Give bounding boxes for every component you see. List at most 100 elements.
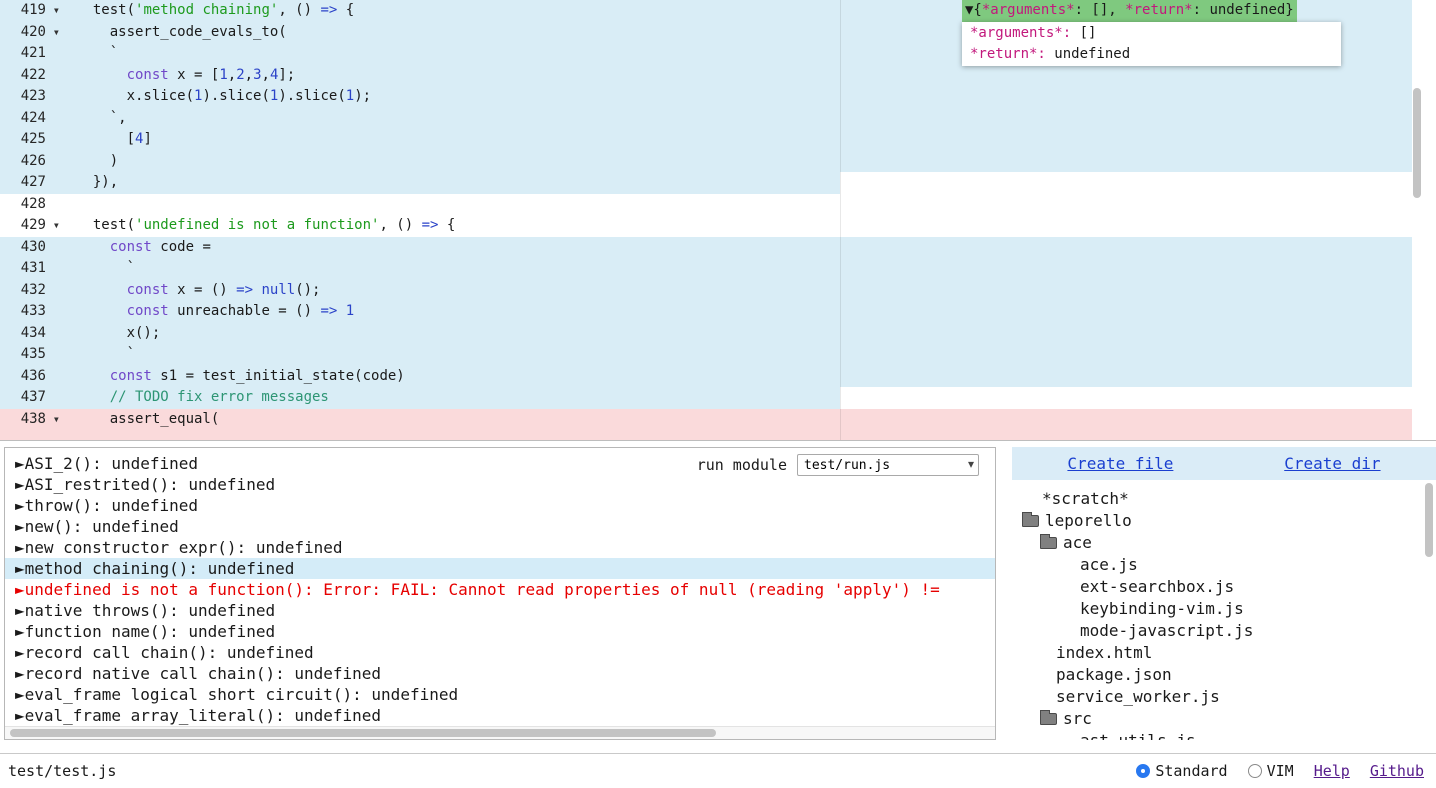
file-item[interactable]: index.html <box>1012 642 1436 664</box>
code-line[interactable]: 425 [4] <box>0 129 1436 151</box>
eval-result-badge[interactable]: ▼{*arguments*: [], *return*: undefined} <box>962 0 1297 22</box>
result-row[interactable]: ►eval_frame array_literal(): undefined <box>5 705 995 726</box>
keybinding-vim-option[interactable]: VIM <box>1248 762 1294 780</box>
code-token: test( <box>76 2 135 18</box>
code-text: test('method chaining', () => { <box>76 0 354 22</box>
line-gutter[interactable]: 425 <box>0 129 62 151</box>
files-scrollbar-thumb[interactable] <box>1425 483 1433 557</box>
fold-arrow-icon[interactable]: ▾ <box>53 22 60 44</box>
result-row[interactable]: ►new(): undefined <box>5 516 995 537</box>
code-line[interactable]: 428 <box>0 194 1436 216</box>
folder-icon <box>1040 713 1057 725</box>
code-line[interactable]: 424 `, <box>0 108 1436 130</box>
line-gutter[interactable]: 438▾ <box>0 409 62 431</box>
fold-arrow-icon[interactable]: ▾ <box>53 409 60 431</box>
line-gutter[interactable]: 428 <box>0 194 62 216</box>
code-text: const code = <box>76 237 211 259</box>
result-row[interactable]: ►undefined is not a function(): Error: F… <box>5 579 995 600</box>
line-gutter[interactable]: 421 <box>0 43 62 65</box>
tree-item-label: mode-javascript.js <box>1080 620 1253 642</box>
run-module-label: run module <box>697 456 787 474</box>
run-module-select[interactable]: test/run.js <box>797 454 979 476</box>
code-line[interactable]: 429▾ test('undefined is not a function',… <box>0 215 1436 237</box>
code-text: ` <box>76 258 135 280</box>
line-gutter[interactable]: 431 <box>0 258 62 280</box>
line-gutter[interactable]: 437 <box>0 387 62 409</box>
code-line[interactable]: 438▾ assert_equal( <box>0 409 1436 431</box>
code-line[interactable]: 434 x(); <box>0 323 1436 345</box>
file-item[interactable]: service_worker.js <box>1012 686 1436 708</box>
file-item[interactable]: *scratch* <box>1012 488 1436 510</box>
code-line[interactable]: 423 x.slice(1).slice(1).slice(1); <box>0 86 1436 108</box>
code-token <box>76 303 127 319</box>
horizontal-scrollbar-thumb[interactable] <box>10 729 716 737</box>
github-link[interactable]: Github <box>1370 762 1424 780</box>
file-item[interactable]: ast_utils.js <box>1012 730 1436 740</box>
line-gutter[interactable]: 422 <box>0 65 62 87</box>
radio-unselected-icon[interactable] <box>1248 764 1262 778</box>
code-token: 1 <box>346 88 354 104</box>
radio-selected-icon[interactable] <box>1136 764 1150 778</box>
code-line[interactable]: 422 const x = [1,2,3,4]; <box>0 65 1436 87</box>
folder-item[interactable]: src <box>1012 708 1436 730</box>
code-line[interactable]: 426 ) <box>0 151 1436 173</box>
result-row[interactable]: ►ASI_restrited(): undefined <box>5 474 995 495</box>
line-gutter[interactable]: 429▾ <box>0 215 62 237</box>
line-highlight <box>0 237 1412 259</box>
line-gutter[interactable]: 420▾ <box>0 22 62 44</box>
result-row[interactable]: ►record native call chain(): undefined <box>5 663 995 684</box>
code-line[interactable]: 436 const s1 = test_initial_state(code) <box>0 366 1436 388</box>
line-gutter[interactable]: 434 <box>0 323 62 345</box>
line-gutter[interactable] <box>0 430 62 441</box>
file-item[interactable]: package.json <box>1012 664 1436 686</box>
code-line[interactable]: 427 }), <box>0 172 1436 194</box>
code-line[interactable]: 435 ` <box>0 344 1436 366</box>
keybinding-standard-option[interactable]: Standard <box>1136 762 1227 780</box>
file-item[interactable]: ace.js <box>1012 554 1436 576</box>
code-line[interactable]: 430 const code = <box>0 237 1436 259</box>
file-item[interactable]: ext-searchbox.js <box>1012 576 1436 598</box>
line-gutter[interactable]: 432 <box>0 280 62 302</box>
line-gutter[interactable]: 424 <box>0 108 62 130</box>
file-item[interactable]: mode-javascript.js <box>1012 620 1436 642</box>
code-line[interactable]: 433 const unreachable = () => 1 <box>0 301 1436 323</box>
file-item[interactable]: keybinding-vim.js <box>1012 598 1436 620</box>
result-row[interactable]: ►throw(): undefined <box>5 495 995 516</box>
folder-item[interactable]: leporello <box>1012 510 1436 532</box>
code-line[interactable] <box>0 430 1436 441</box>
line-gutter[interactable]: 436 <box>0 366 62 388</box>
create-dir-button[interactable]: Create dir <box>1284 454 1380 473</box>
line-highlight <box>0 430 1412 441</box>
horizontal-scrollbar[interactable] <box>5 726 995 739</box>
code-line[interactable]: 437 // TODO fix error messages <box>0 387 1436 409</box>
code-token: code = <box>152 239 211 255</box>
result-row[interactable]: ►eval_frame logical short circuit(): und… <box>5 684 995 705</box>
line-gutter[interactable]: 427 <box>0 172 62 194</box>
line-gutter[interactable]: 423 <box>0 86 62 108</box>
help-link[interactable]: Help <box>1314 762 1350 780</box>
create-file-button[interactable]: Create file <box>1067 454 1173 473</box>
tree-item-label: ext-searchbox.js <box>1080 576 1234 598</box>
code-text: assert_equal( <box>76 409 219 431</box>
code-line[interactable]: 432 const x = () => null(); <box>0 280 1436 302</box>
result-row[interactable]: ►method chaining(): undefined <box>5 558 995 579</box>
result-row[interactable]: ►function name(): undefined <box>5 621 995 642</box>
result-row[interactable]: ►new constructor expr(): undefined <box>5 537 995 558</box>
line-gutter[interactable]: 419▾ <box>0 0 62 22</box>
code-token: [ <box>76 131 135 147</box>
code-line[interactable]: 431 ` <box>0 258 1436 280</box>
result-row[interactable]: ►native throws(): undefined <box>5 600 995 621</box>
code-token: assert_equal( <box>76 411 219 427</box>
fold-arrow-icon[interactable]: ▾ <box>53 215 60 237</box>
line-gutter[interactable]: 433 <box>0 301 62 323</box>
line-number: 423 <box>21 86 46 108</box>
line-gutter[interactable]: 426 <box>0 151 62 173</box>
folder-item[interactable]: ace <box>1012 532 1436 554</box>
code-token <box>76 239 110 255</box>
fold-arrow-icon[interactable]: ▾ <box>53 0 60 22</box>
result-row[interactable]: ►record call chain(): undefined <box>5 642 995 663</box>
editor-scrollbar-thumb[interactable] <box>1413 88 1421 198</box>
code-editor[interactable]: 419▾ test('method chaining', () => { 420▾… <box>0 0 1436 441</box>
line-gutter[interactable]: 435 <box>0 344 62 366</box>
line-gutter[interactable]: 430 <box>0 237 62 259</box>
